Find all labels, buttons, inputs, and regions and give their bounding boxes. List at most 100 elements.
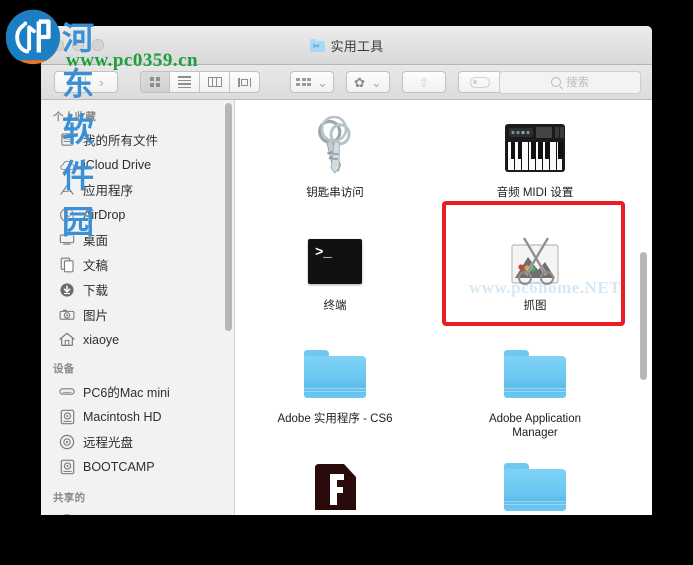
all-my-files-icon [59,132,75,148]
sidebar-item-home[interactable]: xiaoye [41,327,234,352]
file-item-terminal[interactable]: >_ 终端 [235,227,435,340]
file-item-label: 终端 [323,300,347,312]
sidebar-item-all-my-files[interactable]: 我的所有文件 [41,127,234,152]
finder-window: ✂ 实用工具 ‹ › ⌄ ✿ ⌄ ⇪ 搜索 个人收藏 我的所有文件 iCloud… [41,26,652,515]
mac-mini-icon [59,384,75,400]
remote-disc-icon [59,434,75,450]
icon-view-button[interactable] [140,71,170,93]
folder-icon [304,340,366,408]
sidebar-item-label: AirDrop [83,207,126,222]
sidebar-scrollbar[interactable] [224,103,233,513]
window-titlebar: ✂ 实用工具 [41,26,652,65]
column-view-button[interactable] [200,71,230,93]
chevron-right-icon: › [99,74,104,90]
home-icon [59,332,75,348]
sidebar-item-pictures[interactable]: 图片 [41,302,234,327]
file-item-label: Adobe 实用程序 - CS6 [277,413,393,425]
documents-icon [59,257,75,273]
icloud-drive-icon [59,157,75,173]
utilities-folder-icon: ✂ [309,39,325,52]
sidebar-section-header: 个人收藏 [53,111,97,123]
tag-button[interactable] [458,71,502,93]
applications-icon [59,182,75,198]
sidebar-item-bootcamp[interactable]: BOOTCAMP [41,454,234,479]
file-item-keychain[interactable]: 钥匙串访问 [235,114,435,227]
file-item-adobe-utilities[interactable]: Adobe 实用程序 - CS6 [235,340,435,453]
file-item-folder-partial[interactable] [435,453,635,515]
share-icon: ⇪ [418,74,430,90]
sidebar-item-label: BOOTCAMP [83,459,155,474]
terminal-icon: >_ [308,227,362,295]
sidebar-item-remote-disc[interactable]: 远程光盘 [41,429,234,454]
file-grid-area[interactable]: 钥匙串访问 音频 MIDI 设置 >_ 终端 抓图 Adobe 实用程序 - C… [235,100,652,515]
search-placeholder: 搜索 [566,77,589,89]
file-item-label: 音频 MIDI 设置 [496,187,574,199]
file-item-label: 钥匙串访问 [306,187,364,199]
shared-computer-icon [59,513,75,515]
icon-grid: 钥匙串访问 音频 MIDI 设置 >_ 终端 抓图 Adobe 实用程序 - C… [235,100,635,515]
flash-player-icon [306,453,364,515]
desktop-icon [59,232,75,248]
sidebar-item-label: 应用程序 [83,184,134,198]
sidebar-item-shared-partial[interactable] [41,508,234,515]
terminal-prompt-glyph: >_ [315,244,332,261]
arrange-icon [296,78,312,86]
content-scrollbar[interactable] [639,102,648,515]
sidebar-item-label: 远程光盘 [83,436,134,450]
tag-icon [470,76,490,88]
share-button[interactable]: ⇪ [402,71,446,93]
chevron-left-icon: ‹ [67,74,73,90]
arrange-by-button[interactable]: ⌄ [290,71,334,93]
file-item-adobe-app-manager[interactable]: Adobe Application Manager [435,340,635,453]
sidebar-item-label: 图片 [83,309,109,323]
finder-toolbar: ‹ › ⌄ ✿ ⌄ ⇪ 搜索 [41,65,652,100]
view-mode-segmented-control [140,71,260,93]
audio-midi-setup-icon [503,114,567,182]
inner-watermark-text: www.pc6home.NET [468,278,621,297]
file-item-label: 抓图 [523,300,547,312]
sidebar-item-label: xiaoye [83,332,120,347]
sidebar-item-icloud-drive[interactable]: iCloud Drive [41,152,234,177]
sidebar-item-applications[interactable]: 应用程序 [41,177,234,202]
search-field[interactable]: 搜索 [499,70,641,94]
file-item-label: Adobe Application Manager [488,413,582,439]
hard-disk-icon [59,409,75,425]
sidebar-scrollbar-thumb[interactable] [225,103,232,331]
sidebar-item-mac-mini[interactable]: PC6的Mac mini [41,379,234,404]
back-button[interactable]: ‹ [54,71,86,93]
sidebar-item-label: Macintosh HD [83,409,162,424]
sidebar-item-documents[interactable]: 文稿 [41,252,234,277]
list-view-button[interactable] [170,71,200,93]
airdrop-icon [59,207,75,223]
content-scrollbar-thumb[interactable] [640,252,647,380]
window-body: 个人收藏 我的所有文件 iCloud Drive 应用程序 AirDrop 桌面… [41,100,652,515]
forward-button[interactable]: › [86,71,118,93]
window-title-group: ✂ 实用工具 [41,36,652,55]
grid-icon [150,77,160,87]
chevron-down-icon: ⌄ [317,74,328,90]
search-icon [551,77,561,87]
sidebar-item-label: 桌面 [83,234,109,248]
sidebar-item-label: 下载 [83,284,109,298]
window-title: 实用工具 [330,39,384,54]
coverflow-view-button[interactable] [230,71,260,93]
action-menu-button[interactable]: ✿ ⌄ [346,71,390,93]
list-icon [178,76,191,88]
file-item-flash-player[interactable] [235,453,435,515]
columns-icon [207,77,222,87]
sidebar-item-desktop[interactable]: 桌面 [41,227,234,252]
hard-disk-icon [59,459,75,475]
downloads-icon [59,282,75,298]
sidebar-item-airdrop[interactable]: AirDrop [41,202,234,227]
folder-icon [504,453,566,515]
folder-icon [504,340,566,408]
sidebar-item-downloads[interactable]: 下载 [41,277,234,302]
sidebar-item-label: 文稿 [83,259,109,273]
pictures-icon [59,307,75,323]
sidebar-item-macintosh-hd[interactable]: Macintosh HD [41,404,234,429]
file-item-audio-midi[interactable]: 音频 MIDI 设置 [435,114,635,227]
sidebar: 个人收藏 我的所有文件 iCloud Drive 应用程序 AirDrop 桌面… [41,100,235,515]
gear-icon: ✿ [354,74,365,90]
sidebar-section-header: 共享的 [53,492,86,504]
sidebar-section-header: 设备 [53,363,75,375]
